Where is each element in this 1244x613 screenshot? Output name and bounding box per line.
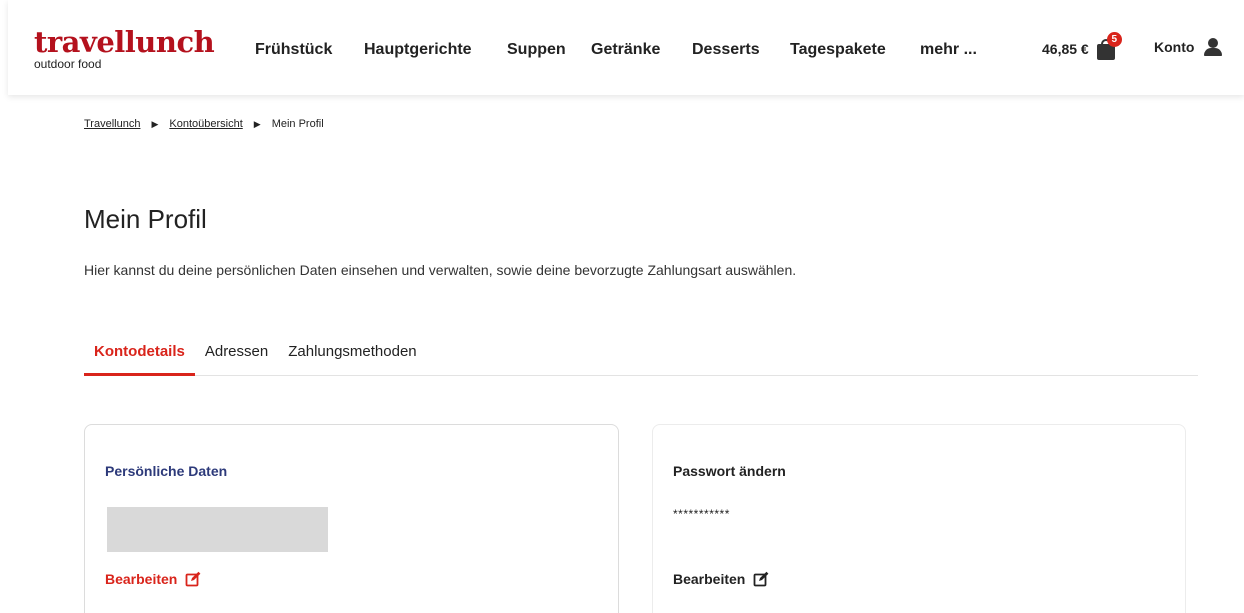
site-header: travellunch outdoor food Frühstück Haupt… — [8, 0, 1244, 95]
redacted-personal-info — [107, 507, 328, 552]
nav-item-fruehstueck[interactable]: Frühstück — [255, 41, 364, 59]
cart-total: 46,85 € — [1042, 41, 1089, 57]
breadcrumb: Travellunch ▶ Kontoübersicht ▶ Mein Prof… — [84, 118, 324, 130]
edit-password-button[interactable]: Bearbeiten — [673, 571, 769, 587]
password-title: Passwort ändern — [673, 463, 786, 479]
edit-icon — [185, 571, 201, 587]
logo-tagline: outdoor food — [34, 57, 102, 71]
personal-data-title: Persönliche Daten — [105, 463, 228, 479]
nav-item-getraenke[interactable]: Getränke — [591, 41, 692, 59]
personal-data-card: Persönliche Daten Bearbeiten — [84, 424, 619, 613]
logo-wordmark: travellunch — [34, 25, 215, 59]
edit-label: Bearbeiten — [105, 571, 178, 587]
user-icon — [1204, 38, 1223, 56]
cart-count-badge: 5 — [1106, 32, 1122, 47]
logo[interactable]: travellunch outdoor food — [34, 25, 215, 71]
account-label: Konto — [1154, 39, 1195, 55]
main-nav: Frühstück Hauptgerichte Suppen Getränke … — [255, 41, 977, 59]
page-intro: Hier kannst du deine persönlichen Daten … — [84, 262, 797, 278]
edit-personal-data-button[interactable]: Bearbeiten — [105, 571, 201, 587]
nav-item-hauptgerichte[interactable]: Hauptgerichte — [364, 41, 507, 59]
account-button[interactable]: Konto — [1154, 38, 1223, 56]
edit-label: Bearbeiten — [673, 571, 746, 587]
breadcrumb-item-travellunch[interactable]: Travellunch — [84, 118, 140, 130]
breadcrumb-item-current: Mein Profil — [271, 118, 324, 130]
tab-adressen[interactable]: Adressen — [195, 343, 278, 376]
breadcrumb-item-kontouebersicht[interactable]: Kontoübersicht — [169, 118, 242, 130]
profile-tabs: Kontodetails Adressen Zahlungsmethoden — [84, 343, 1198, 376]
shopping-bag-icon: 5 — [1096, 32, 1122, 60]
tab-kontodetails[interactable]: Kontodetails — [84, 343, 195, 376]
nav-item-mehr[interactable]: mehr ... — [920, 41, 977, 59]
page-title: Mein Profil — [84, 204, 207, 234]
nav-item-desserts[interactable]: Desserts — [692, 41, 790, 59]
password-masked-value: *********** — [673, 507, 730, 521]
nav-item-tagespakete[interactable]: Tagespakete — [790, 41, 920, 59]
edit-icon — [753, 571, 769, 587]
triangle-right-icon: ▶ — [253, 118, 261, 129]
triangle-right-icon: ▶ — [151, 118, 159, 129]
password-card: Passwort ändern *********** Bearbeiten — [652, 424, 1186, 613]
cart-button[interactable]: 46,85 € 5 — [1042, 32, 1122, 60]
nav-item-suppen[interactable]: Suppen — [507, 41, 591, 59]
tab-zahlungsmethoden[interactable]: Zahlungsmethoden — [278, 343, 426, 376]
